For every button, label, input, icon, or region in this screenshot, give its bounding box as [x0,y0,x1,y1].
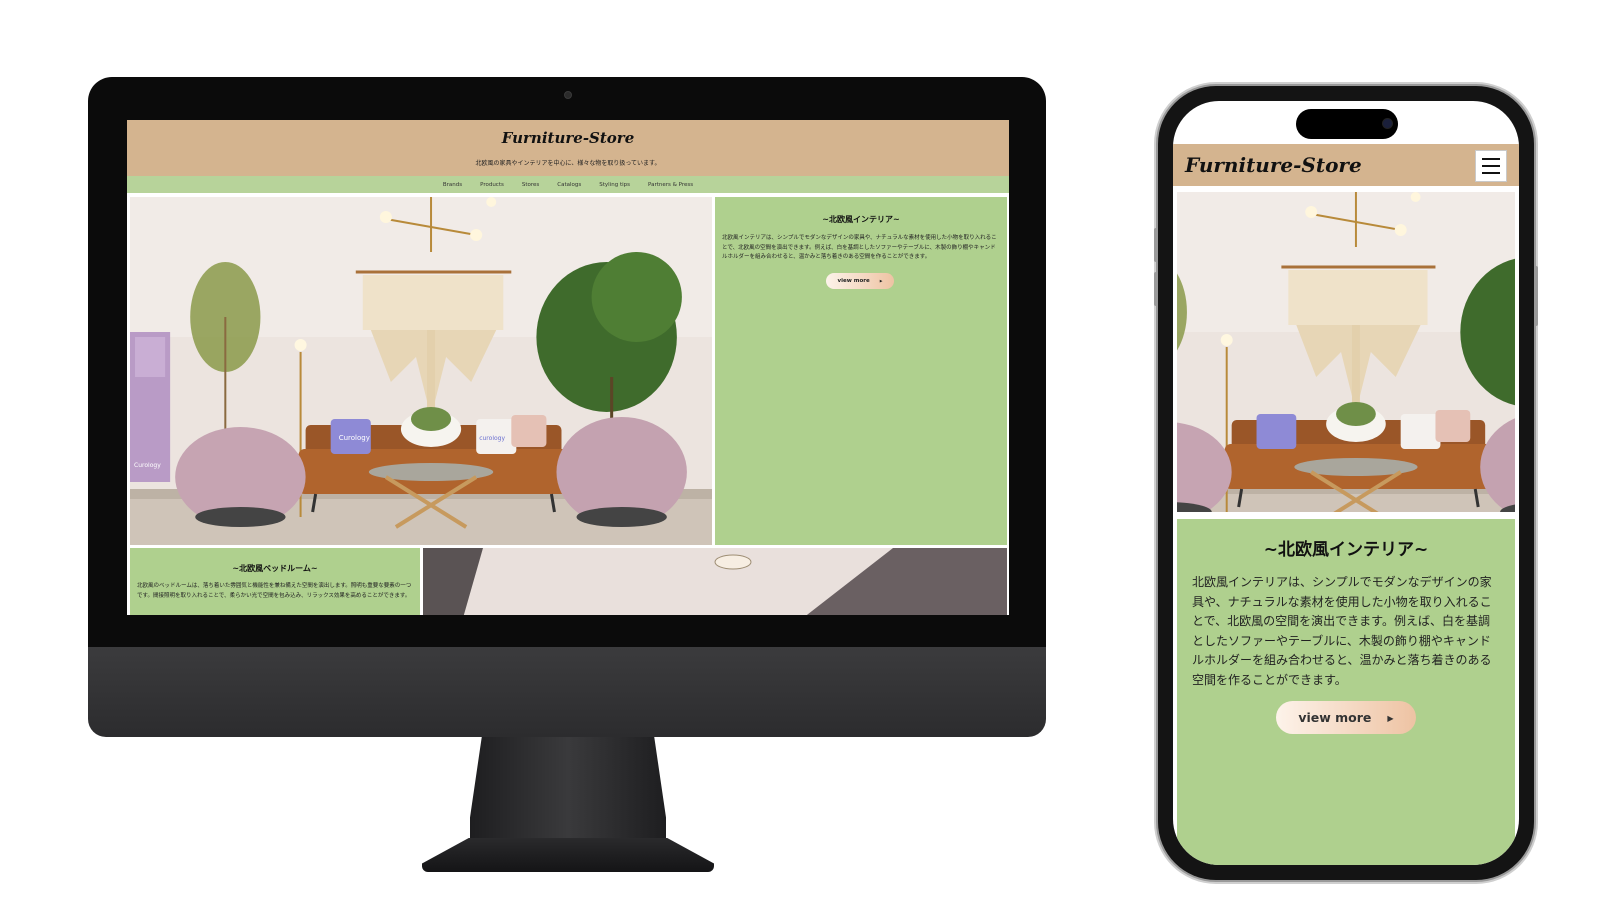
nav-item-styling-tips[interactable]: Styling tips [599,182,630,188]
volume-down-button [1154,272,1158,306]
power-button [1534,266,1538,326]
site-header: Furniture-Store 北欧風の家具やインテリアを中心に、様々な物を取り… [127,120,1009,176]
feature-body: 北欧風インテリアは、シンプルでモダンなデザインの家具や、ナチュラルな素材を使用し… [722,235,997,260]
mobile-view-more-label: view more [1298,710,1372,725]
caret-right-icon: ▶ [1387,712,1394,723]
nav-item-stores[interactable]: Stores [522,182,539,188]
living-room-photo: Curology curology Curology [130,197,712,545]
mobile-site-logo[interactable]: Furniture-Store [1185,153,1362,177]
hamburger-menu-icon[interactable] [1475,150,1507,182]
volume-up-button [1154,228,1158,262]
view-more-label: view more [837,278,870,284]
main-nav: Brands Products Stores Catalogs Styling … [127,176,1009,193]
mobile-screen: Furniture-Store ~北欧風インテリア~ 北欧風インテリアは、シンプ… [1173,101,1519,865]
towel-label: Curology [134,462,161,469]
view-more-button[interactable]: view more ▶ [826,273,894,289]
nav-item-partners-press[interactable]: Partners & Press [648,182,693,188]
mobile-view-more-button[interactable]: view more ▶ [1276,701,1416,734]
pillow-label-right: curology [479,435,505,442]
caret-right-icon: ▶ [879,279,883,283]
front-camera-icon [1382,118,1393,129]
mobile-living-room-photo [1177,192,1515,512]
site-logo[interactable]: Furniture-Store [127,129,1009,147]
imac-stand [470,737,666,852]
nav-item-products[interactable]: Products [480,182,504,188]
bedroom-card: ~北欧風ベッドルーム~ 北欧風のベッドルームは、落ち着いた雰囲気と機能性を兼ね備… [130,548,420,615]
bedroom-title: ~北欧風ベッドルーム~ [232,564,318,573]
imac-stand-base [422,838,714,872]
bedroom-photo [423,548,1007,615]
nav-item-catalogs[interactable]: Catalogs [557,182,581,188]
mobile-feature-body: 北欧風インテリアは、シンプルでモダンなデザインの家具や、ナチュラルな素材を使用し… [1192,575,1492,687]
nav-item-brands[interactable]: Brands [443,182,462,188]
imac-chin [88,647,1046,737]
feature-title: ~北欧風インテリア~ [822,215,900,224]
desktop-screen: Furniture-Store 北欧風の家具やインテリアを中心に、様々な物を取り… [127,120,1009,615]
bedroom-body: 北欧風のベッドルームは、落ち着いた雰囲気と機能性を兼ね備えた空間を演出します。照… [137,583,412,599]
pillow-label: Curology [339,433,370,442]
mobile-feature-title: ~北欧風インテリア~ [1263,540,1429,560]
site-tagline: 北欧風の家具やインテリアを中心に、様々な物を取り扱っています。 [475,160,661,167]
mobile-feature-card: ~北欧風インテリア~ 北欧風インテリアは、シンプルでモダンなデザインの家具や、ナ… [1177,519,1515,865]
feature-card: ~北欧風インテリア~ 北欧風インテリアは、シンプルでモダンなデザインの家具や、ナ… [715,197,1007,545]
mobile-header: Furniture-Store [1173,144,1519,186]
camera-icon [564,91,572,99]
